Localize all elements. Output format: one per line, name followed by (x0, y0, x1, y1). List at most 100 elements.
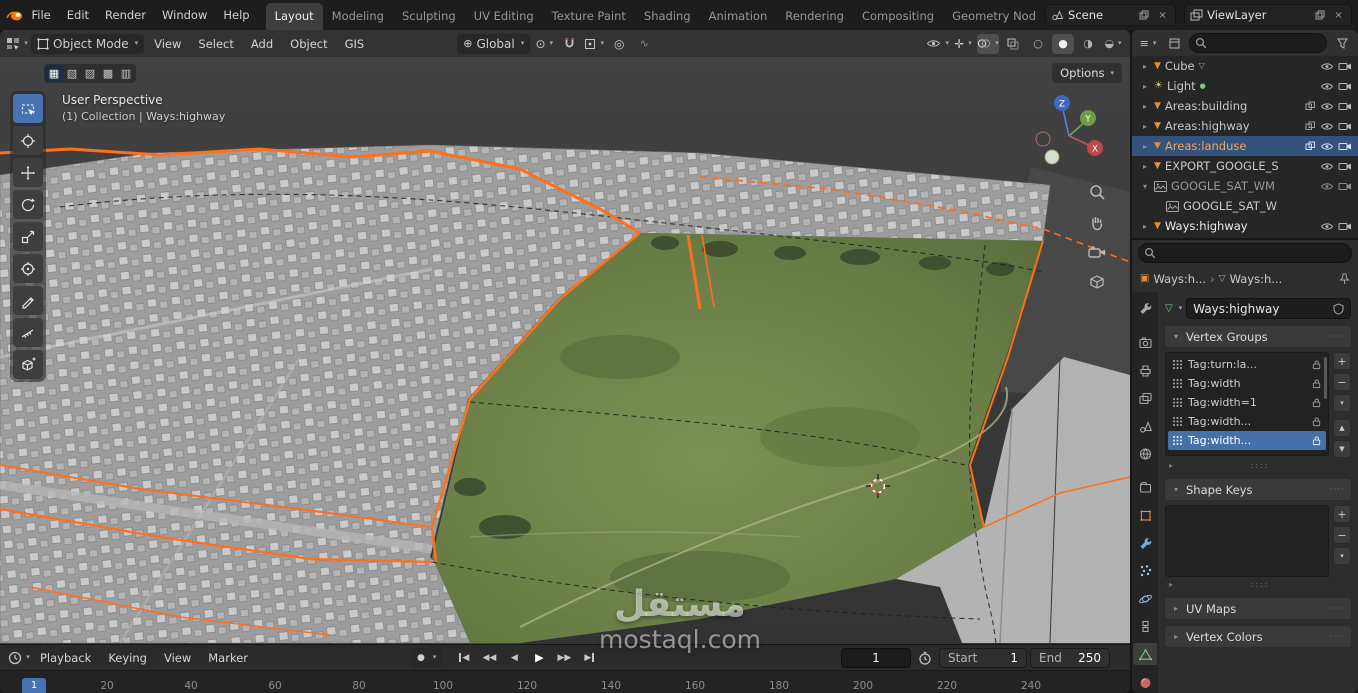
menu-select[interactable]: Select (191, 34, 240, 54)
outliner-item-google-sat-wm[interactable]: ▾ GOOGLE_SAT_WM (1132, 176, 1358, 196)
select-mode-new[interactable]: ▦ (45, 65, 63, 82)
workspace-tab-uv-editing[interactable]: UV Editing (465, 3, 543, 30)
workspace-tab-animation[interactable]: Animation (700, 3, 777, 30)
id-browse-caret-icon[interactable]: ▾ (1179, 305, 1183, 312)
workspace-tab-geometry-nodes[interactable]: Geometry Nod (943, 3, 1045, 30)
snap-toggle[interactable] (558, 34, 580, 54)
workspace-tab-sculpting[interactable]: Sculpting (393, 3, 465, 30)
menu-object[interactable]: Object (283, 34, 334, 54)
hide-viewport-icon[interactable] (1320, 221, 1334, 232)
unlink-scene-icon[interactable]: × (1155, 8, 1170, 23)
expand-arrow-icon[interactable]: ▸ (1140, 62, 1150, 71)
tool-select-box[interactable] (13, 94, 43, 123)
jump-to-start-button[interactable]: ◀ (453, 649, 475, 667)
gizmos-dropdown[interactable]: ✛▾ (952, 34, 974, 54)
playhead[interactable]: 1 (22, 678, 46, 693)
panel-grip-icon[interactable]: ···· (1330, 604, 1345, 614)
shading-solid-button[interactable]: ● (1052, 34, 1074, 54)
add-vertex-group-button[interactable]: + (1333, 352, 1351, 370)
breadcrumb-data[interactable]: Ways:h... (1230, 272, 1283, 286)
menu-file[interactable]: File (24, 4, 59, 26)
proportional-falloff-dropdown[interactable]: ∿ (633, 34, 655, 54)
menu-help[interactable]: Help (215, 4, 257, 26)
frame-end-field[interactable]: End 250 (1030, 648, 1110, 668)
panel-grip-icon[interactable]: ···· (1330, 632, 1345, 642)
menu-render[interactable]: Render (97, 4, 154, 26)
move-group-up-button[interactable]: ▲ (1333, 419, 1351, 437)
scene-selector[interactable]: Scene × (1045, 4, 1176, 26)
navigation-gizmo[interactable]: Z Y X (1026, 91, 1112, 177)
outliner-filter-dropdown[interactable] (1331, 33, 1353, 53)
workspace-tab-compositing[interactable]: Compositing (853, 3, 943, 30)
auto-keying-group[interactable]: ● ▾ (411, 648, 442, 668)
tab-physics[interactable] (1133, 588, 1157, 610)
pivot-point-dropdown[interactable]: ⊙▾ (533, 34, 555, 54)
vertex-group-item[interactable]: Tag:turn:la... (1168, 355, 1326, 374)
shading-rendered-button[interactable]: ◒▾ (1102, 34, 1124, 54)
vertex-groups-panel-header[interactable]: ▾ Vertex Groups ···· (1165, 326, 1351, 347)
zoom-control[interactable] (1086, 181, 1108, 203)
disable-render-icon[interactable] (1338, 181, 1352, 191)
vertex-group-item[interactable]: Tag:width... (1168, 412, 1326, 431)
lock-icon[interactable] (1311, 359, 1322, 370)
tool-scale[interactable] (13, 222, 43, 251)
current-frame-field[interactable]: 1 (841, 648, 911, 668)
tool-cursor[interactable] (13, 126, 43, 155)
prev-keyframe-button[interactable]: ◀◀ (478, 649, 500, 667)
workspace-tab-layout[interactable]: Layout (266, 3, 323, 30)
uv-maps-panel-header[interactable]: ▸ UV Maps ···· (1165, 598, 1351, 619)
tab-particles[interactable] (1133, 560, 1157, 582)
menu-view[interactable]: View (147, 34, 188, 54)
outliner-item-areas-highway[interactable]: ▸ ▼ Areas:highway (1132, 116, 1358, 136)
tab-tool[interactable] (1133, 298, 1157, 320)
blender-logo-icon[interactable] (6, 8, 24, 23)
tool-transform[interactable] (13, 254, 43, 283)
expand-arrow-icon[interactable]: ▸ (1140, 122, 1150, 131)
vertex-group-item[interactable]: Tag:width (1168, 374, 1326, 393)
fake-user-shield-icon[interactable] (1333, 303, 1344, 315)
expand-arrow-icon[interactable]: ▸ (1140, 82, 1150, 91)
workspace-tab-shading[interactable]: Shading (635, 3, 700, 30)
panel-grip-icon[interactable]: ···· (1330, 485, 1345, 495)
outliner-item-cube[interactable]: ▸ ▼ Cube ▽ (1132, 56, 1358, 76)
shape-key-specials-button[interactable]: ▾ (1333, 547, 1351, 565)
snap-settings-dropdown[interactable]: ▾ (583, 34, 605, 54)
jump-to-end-button[interactable]: ▶ (578, 649, 600, 667)
gizmo-y-neg-axis[interactable] (1045, 150, 1059, 164)
new-viewlayer-icon[interactable] (1312, 8, 1327, 23)
expander-icon[interactable]: ▸ (1169, 461, 1173, 470)
hide-viewport-icon[interactable] (1320, 181, 1334, 192)
timeline-editor-type-dropdown[interactable]: ▾ (8, 648, 30, 668)
select-mode-subtract[interactable]: ▨ (81, 65, 99, 82)
outliner-search[interactable] (1189, 33, 1327, 53)
disable-render-icon[interactable] (1338, 161, 1352, 171)
select-mode-extend[interactable]: ▧ (63, 65, 81, 82)
expand-arrow-icon[interactable]: ▸ (1140, 162, 1150, 171)
outliner-item-google-sat-w[interactable]: GOOGLE_SAT_W (1132, 196, 1358, 216)
expand-arrow-icon[interactable]: ▸ (1140, 102, 1150, 111)
frame-start-field[interactable]: Start 1 (939, 648, 1027, 668)
menu-add[interactable]: Add (244, 34, 280, 54)
expand-arrow-icon[interactable]: ▸ (1140, 222, 1150, 231)
play-reverse-button[interactable]: ◀ (503, 649, 525, 667)
select-mode-invert[interactable]: ▩ (99, 65, 117, 82)
editor-type-dropdown[interactable]: ▾ (6, 34, 28, 54)
vertex-group-item[interactable]: Tag:width=1 (1168, 393, 1326, 412)
tab-output[interactable] (1133, 360, 1157, 382)
expander-icon[interactable]: ▸ (1169, 580, 1173, 589)
collapse-arrow-icon[interactable]: ▾ (1140, 182, 1150, 191)
tab-world[interactable] (1133, 443, 1157, 465)
tab-render[interactable] (1133, 332, 1157, 354)
overlays-dropdown[interactable]: ▾ (977, 34, 999, 54)
outliner-item-light[interactable]: ▸ ☀ Light ● (1132, 76, 1358, 96)
select-mode-intersect[interactable]: ▥ (117, 65, 135, 82)
viewlayer-selector[interactable]: ViewLayer × (1184, 4, 1352, 26)
gizmo-x-neg-axis[interactable] (1036, 132, 1050, 146)
tab-constraints[interactable] (1133, 616, 1157, 638)
lock-icon[interactable] (1311, 378, 1322, 389)
properties-search-input[interactable] (1138, 243, 1352, 263)
xray-toggle[interactable] (1002, 34, 1024, 54)
lock-icon[interactable] (1311, 397, 1322, 408)
workspace-tab-rendering[interactable]: Rendering (776, 3, 853, 30)
tool-measure[interactable] (13, 318, 43, 347)
